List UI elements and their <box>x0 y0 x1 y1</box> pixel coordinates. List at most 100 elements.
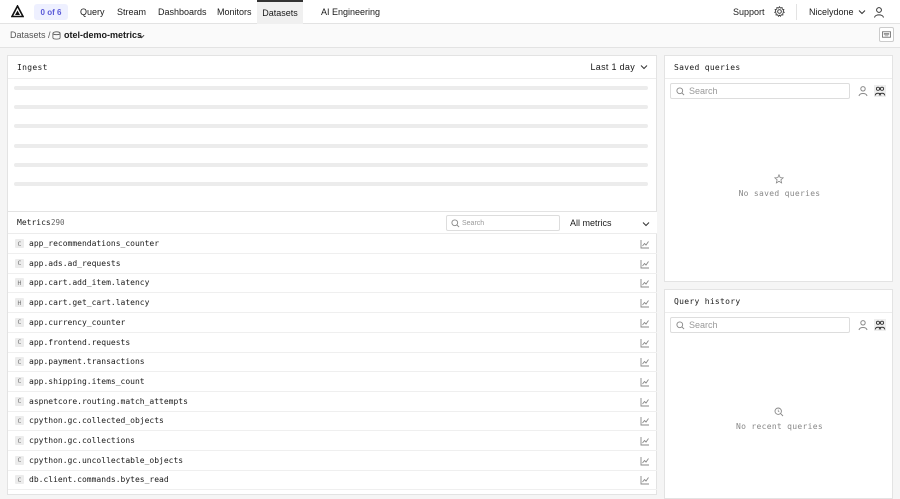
metric-name: app.cart.add_item.latency <box>29 278 150 288</box>
nav-tab-stream[interactable]: Stream <box>117 0 146 24</box>
saved-queries-search-input[interactable]: Search <box>670 83 850 99</box>
metrics-filter-value: All metrics <box>570 218 612 228</box>
nav-tab-datasets[interactable]: Datasets <box>257 0 303 24</box>
metric-name: app.cart.get_cart.latency <box>29 298 150 308</box>
chart-line-icon[interactable] <box>640 239 650 249</box>
metric-row[interactable]: Capp.ads.ad_requests <box>8 254 657 274</box>
saved-queries-title: Saved queries <box>674 62 741 72</box>
metric-name: app.currency_counter <box>29 317 126 327</box>
metric-name: app.frontend.requests <box>29 337 131 347</box>
chart-line-icon[interactable] <box>640 318 650 328</box>
metric-type-badge: C <box>15 455 24 465</box>
metric-row[interactable]: Happ.cart.get_cart.latency <box>8 293 657 314</box>
metric-row[interactable]: Capp.currency_counter <box>8 313 657 333</box>
nav-tab-query[interactable]: Query <box>80 0 105 24</box>
time-range-value: Last 1 day <box>590 62 635 72</box>
loading-skeleton-bar <box>14 105 648 109</box>
org-name: Nicelydone <box>809 7 854 17</box>
metrics-search-placeholder: Search <box>462 219 485 227</box>
chevron-down-icon <box>640 65 648 70</box>
metric-type-badge: C <box>15 317 24 327</box>
saved-queries-search-placeholder: Search <box>689 86 718 96</box>
metric-type-badge: C <box>15 357 24 367</box>
nav-tab-ai-engineering[interactable]: AI Engineering <box>321 0 380 24</box>
org-switcher[interactable]: Nicelydone <box>809 0 866 24</box>
chart-line-icon[interactable] <box>640 416 650 426</box>
metrics-header: Metrics 290 Search All metrics <box>8 211 657 234</box>
support-link[interactable]: Support <box>733 0 765 24</box>
query-history-panel: Query history Search No recent queries <box>664 289 893 499</box>
metric-type-badge: C <box>15 475 24 485</box>
metric-name: app.shipping.items_count <box>29 376 145 386</box>
saved-queries-empty-message: No saved queries <box>738 189 821 198</box>
loading-skeleton-bar <box>14 86 648 90</box>
metric-row[interactable]: Ccpython.gc.collected_objects <box>8 411 657 432</box>
chart-line-icon[interactable] <box>640 436 650 446</box>
metric-type-badge: C <box>15 337 24 347</box>
chart-line-icon[interactable] <box>640 278 650 288</box>
dataset-main-panel: Ingest Last 1 day Metrics 290 Search All… <box>7 55 657 495</box>
metric-row[interactable]: Capp.shipping.items_count <box>8 372 657 392</box>
metric-type-badge: C <box>15 239 24 248</box>
user-profile-icon[interactable] <box>873 6 885 18</box>
chart-line-icon[interactable] <box>640 377 650 387</box>
nav-tab-dashboards[interactable]: Dashboards <box>158 0 207 24</box>
query-history-header: Query history <box>665 290 892 313</box>
team-queries-users-icon[interactable] <box>874 85 886 97</box>
metrics-count: 290 <box>51 218 65 227</box>
metric-type-badge: C <box>15 376 24 386</box>
metric-row[interactable]: Capp.frontend.requests <box>8 333 657 353</box>
dataset-selector[interactable]: otel-demo-metrics <box>64 30 142 40</box>
chart-line-icon[interactable] <box>640 357 650 367</box>
logo-icon[interactable] <box>11 5 24 18</box>
metrics-title: Metrics <box>17 218 51 227</box>
metric-type-badge: C <box>15 436 24 445</box>
nav-tab-monitors[interactable]: Monitors <box>217 0 252 24</box>
metric-type-badge: C <box>15 258 24 268</box>
chart-line-icon[interactable] <box>640 338 650 348</box>
metric-name: app.ads.ad_requests <box>29 258 121 268</box>
metric-row[interactable]: Cdb.client.commands.bytes_read <box>8 470 657 491</box>
ingest-header: Ingest Last 1 day <box>8 56 656 79</box>
onboarding-progress-badge[interactable]: 0 of 6 <box>34 4 68 20</box>
settings-gear-icon[interactable] <box>774 6 785 17</box>
my-queries-user-icon[interactable] <box>857 85 869 97</box>
metric-name: app_recommendations_counter <box>29 239 160 248</box>
chevron-down-icon[interactable] <box>138 33 145 40</box>
chart-line-icon[interactable] <box>640 397 650 407</box>
keyboard-shortcuts-button[interactable] <box>879 27 894 42</box>
my-history-user-icon[interactable] <box>857 319 869 331</box>
keyboard-icon <box>882 31 891 38</box>
chart-line-icon[interactable] <box>640 259 650 269</box>
chart-line-icon[interactable] <box>640 456 650 466</box>
metric-row[interactable]: Capp_recommendations_counter <box>8 234 657 254</box>
saved-queries-panel: Saved queries Search No saved queries <box>664 55 893 282</box>
query-history-search-input[interactable]: Search <box>670 317 850 333</box>
search-history-icon <box>774 407 784 417</box>
chart-line-icon[interactable] <box>640 298 650 308</box>
metric-name: cpython.gc.uncollectable_objects <box>29 455 184 465</box>
breadcrumb-datasets-link[interactable]: Datasets / <box>10 30 51 40</box>
metric-type-badge: C <box>15 416 24 426</box>
team-history-users-icon[interactable] <box>874 319 886 331</box>
metric-row[interactable]: Caspnetcore.routing.match_attempts <box>8 392 657 412</box>
loading-skeleton-bar <box>14 144 648 148</box>
metric-row[interactable]: Happ.cart.add_item.latency <box>8 273 657 294</box>
search-icon <box>451 218 460 227</box>
chevron-down-icon <box>858 10 865 15</box>
star-icon <box>774 174 784 184</box>
search-icon <box>676 86 685 95</box>
metric-row[interactable]: Ccpython.gc.collections <box>8 431 657 451</box>
query-history-title: Query history <box>674 296 741 306</box>
saved-queries-header: Saved queries <box>665 56 892 79</box>
metric-row[interactable]: Capp.payment.transactions <box>8 352 657 373</box>
metric-type-badge: H <box>15 298 24 308</box>
query-history-empty-message: No recent queries <box>736 422 823 431</box>
metric-row[interactable]: Ccpython.gc.uncollectable_objects <box>8 451 657 471</box>
top-navbar: 0 of 6 Query Stream Dashboards Monitors … <box>0 0 900 24</box>
time-range-select[interactable]: Last 1 day <box>590 62 648 72</box>
metrics-search-input[interactable]: Search <box>446 215 560 231</box>
metric-name: aspnetcore.routing.match_attempts <box>29 396 188 406</box>
metrics-filter-select[interactable]: All metrics <box>570 218 650 228</box>
loading-skeleton-bar <box>14 182 648 186</box>
